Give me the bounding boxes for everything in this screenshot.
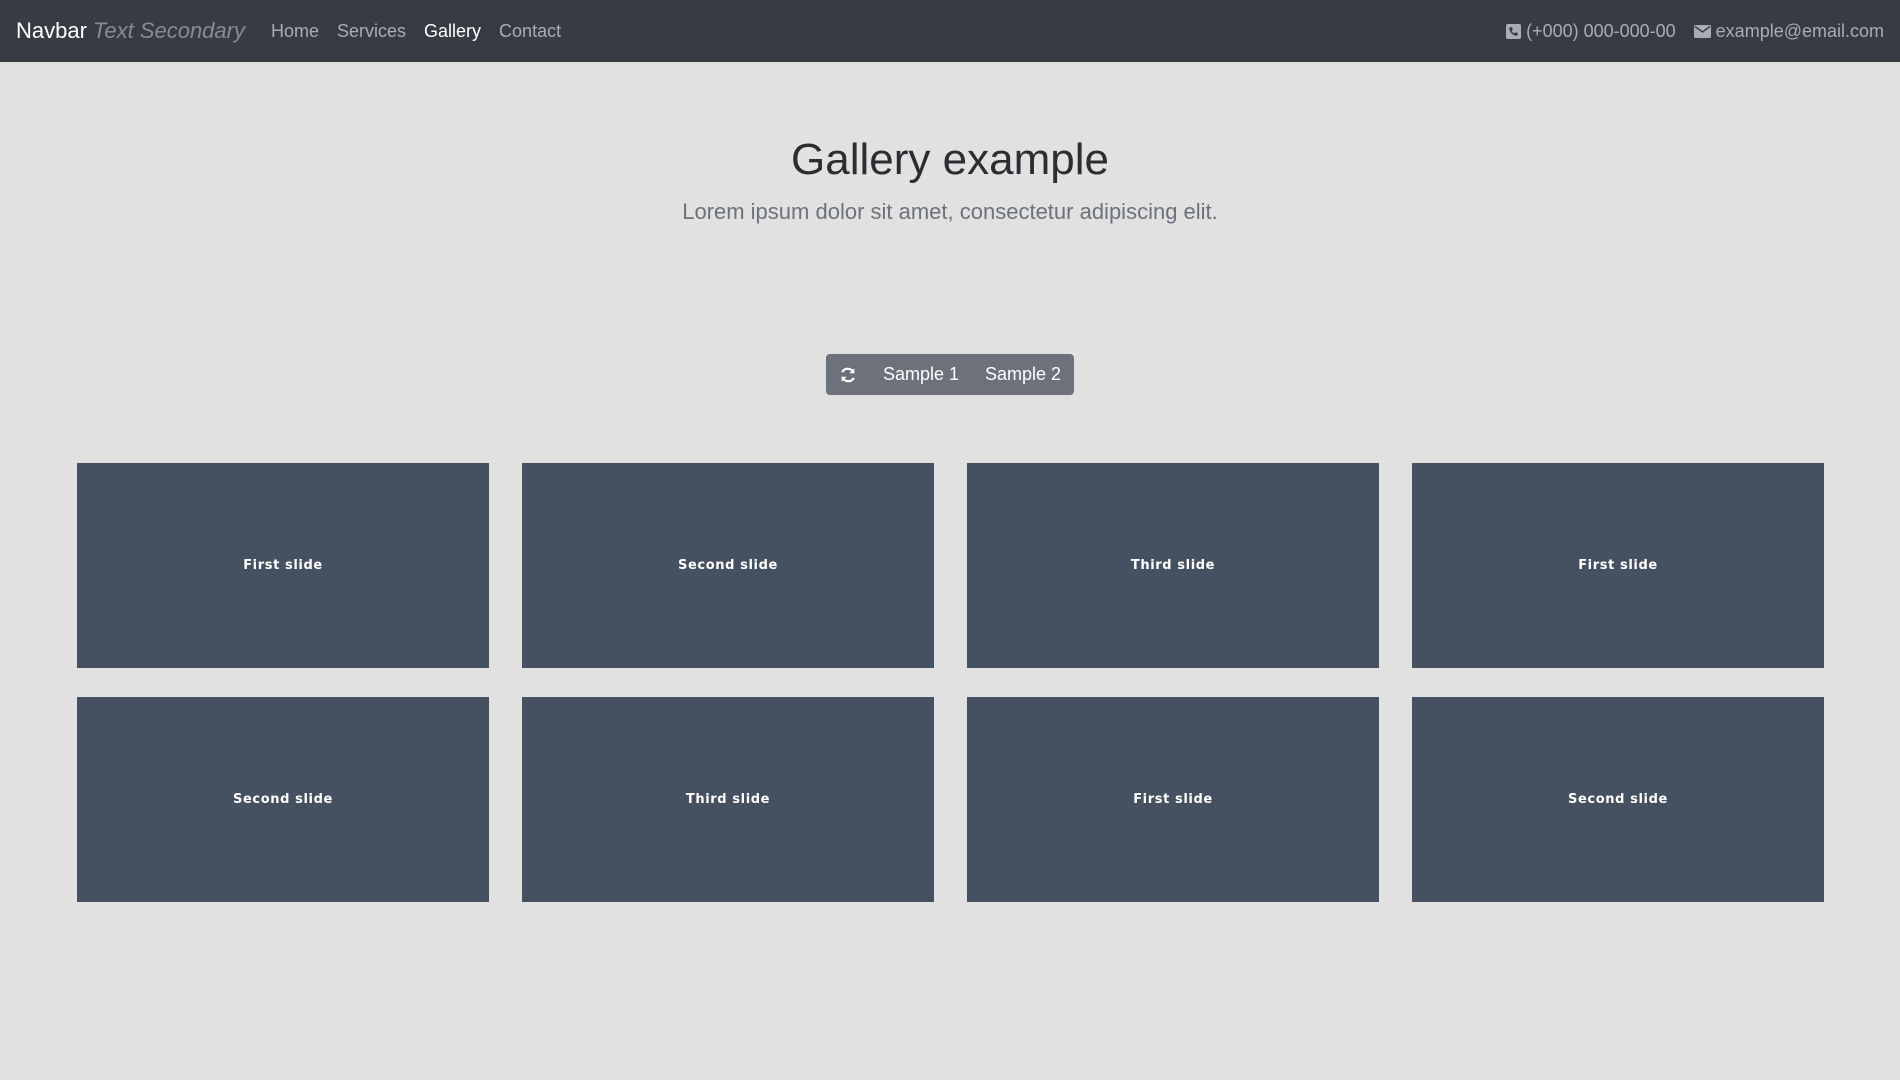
nav-link-services[interactable]: Services	[337, 21, 406, 42]
brand-title[interactable]: Navbar	[16, 18, 87, 44]
phone-number: (+000) 000-000-00	[1526, 20, 1676, 41]
refresh-icon	[841, 367, 855, 382]
email-address: example@email.com	[1715, 20, 1884, 41]
email-link[interactable]: example@email.com	[1693, 20, 1884, 42]
gallery-slide[interactable]: Third slide	[522, 697, 934, 902]
navbar: Navbar Text Secondary Home Services Gall…	[0, 0, 1900, 62]
hero: Gallery example Lorem ipsum dolor sit am…	[0, 135, 1900, 225]
nav-link-home[interactable]: Home	[271, 21, 319, 42]
page-title: Gallery example	[791, 135, 1109, 184]
brand-secondary-text: Text Secondary	[92, 18, 245, 43]
navbar-brand[interactable]: Navbar Text Secondary	[16, 18, 245, 44]
gallery-slide[interactable]: Second slide	[522, 463, 934, 668]
nav-link-contact[interactable]: Contact	[499, 21, 561, 42]
envelope-icon	[1693, 24, 1711, 38]
sample-button-group: Sample 1 Sample 2	[826, 354, 1074, 395]
nav-links: Home Services Gallery Contact	[271, 21, 579, 42]
gallery-slide[interactable]: First slide	[77, 463, 489, 668]
phone-link[interactable]: (+000) 000-000-00	[1506, 21, 1676, 42]
gallery-slide[interactable]: Third slide	[967, 463, 1379, 668]
gallery-slide[interactable]: First slide	[1412, 463, 1824, 668]
refresh-button[interactable]	[826, 354, 870, 395]
phone-icon	[1506, 23, 1522, 39]
nav-contact-info: (+000) 000-000-00 example@email.com	[1488, 21, 1884, 42]
nav-link-gallery[interactable]: Gallery	[424, 21, 481, 42]
gallery-slide[interactable]: Second slide	[1412, 697, 1824, 902]
sample-2-button[interactable]: Sample 2	[972, 354, 1074, 395]
sample-1-button[interactable]: Sample 1	[870, 354, 972, 395]
gallery-slide[interactable]: First slide	[967, 697, 1379, 902]
gallery-slide[interactable]: Second slide	[77, 697, 489, 902]
page-subtitle: Lorem ipsum dolor sit amet, consectetur …	[682, 199, 1218, 224]
